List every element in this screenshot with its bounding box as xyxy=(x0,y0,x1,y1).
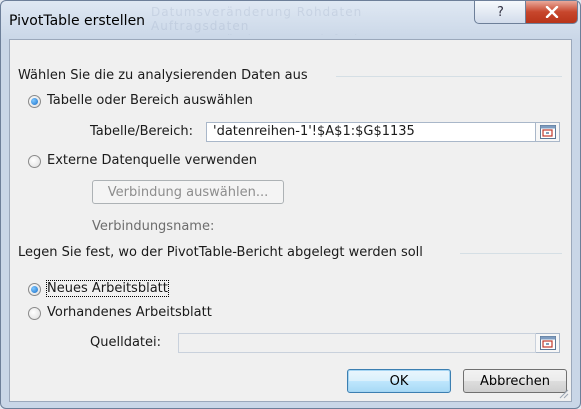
radio-new-sheet-label[interactable]: Neues Arbeitsblatt xyxy=(46,280,169,297)
close-icon xyxy=(545,6,558,18)
source-file-label: Quelldatei: xyxy=(90,335,161,350)
table-range-input[interactable]: 'datenreihen-1'!$A$1:$G$1135 xyxy=(206,122,536,142)
section-heading-data: Wählen Sie die zu analysierenden Daten a… xyxy=(18,68,308,83)
table-range-label: Tabelle/Bereich: xyxy=(90,124,193,139)
connection-name-label: Verbindungsname: xyxy=(92,219,215,234)
title-bar-watermark: Datumsveränderung Rohdaten Auftragsdaten… xyxy=(151,5,363,35)
radio-existing-sheet[interactable] xyxy=(28,307,41,320)
dialog-title: PivotTable erstellen xyxy=(9,13,146,29)
dialog-body: Wählen Sie die zu analysierenden Daten a… xyxy=(9,39,572,402)
source-file-input[interactable] xyxy=(178,333,536,353)
radio-table-range-label[interactable]: Tabelle oder Bereich auswählen xyxy=(47,93,253,108)
section-divider xyxy=(336,76,562,77)
radio-external-source[interactable] xyxy=(28,155,41,168)
close-button[interactable] xyxy=(525,1,578,24)
help-button[interactable]: ? xyxy=(474,1,527,24)
radio-existing-sheet-label[interactable]: Vorhandenes Arbeitsblatt xyxy=(47,305,212,320)
section-heading-location-text: Legen Sie fest, wo der PivotTable-Berich… xyxy=(18,245,423,260)
range-picker-icon xyxy=(539,125,556,139)
radio-external-source-label[interactable]: Externe Datenquelle verwenden xyxy=(47,153,257,168)
radio-table-range[interactable] xyxy=(28,95,41,108)
cancel-button[interactable]: Abbrechen xyxy=(463,369,567,393)
resize-grip-icon[interactable] xyxy=(557,387,569,399)
choose-connection-button[interactable]: Verbindung auswählen... xyxy=(92,180,284,204)
ok-button[interactable]: OK xyxy=(347,369,451,393)
radio-new-sheet[interactable] xyxy=(28,283,41,296)
range-picker-icon xyxy=(539,336,556,350)
table-range-collapse-button[interactable] xyxy=(536,122,560,142)
help-icon: ? xyxy=(497,4,504,20)
source-file-collapse-button[interactable] xyxy=(536,333,560,353)
section-divider xyxy=(460,253,562,254)
pivottable-dialog: Datumsveränderung Rohdaten Auftragsdaten… xyxy=(0,0,581,409)
title-bar[interactable]: Datumsveränderung Rohdaten Auftragsdaten… xyxy=(1,1,580,39)
